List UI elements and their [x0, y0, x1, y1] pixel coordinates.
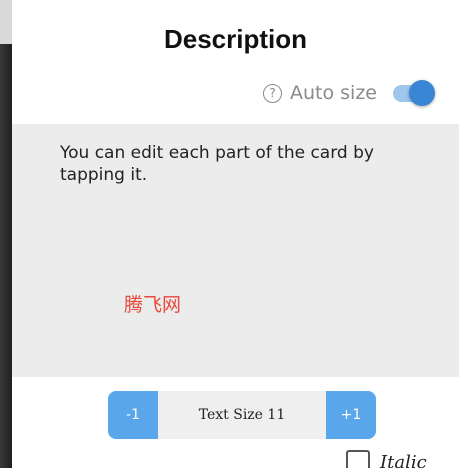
text-size-increment-button[interactable]: +1	[326, 391, 376, 439]
description-dialog: Description ? Auto size You can edit eac…	[12, 0, 459, 468]
dialog-title: Description	[163, 24, 308, 54]
help-icon[interactable]: ?	[263, 83, 282, 103]
text-size-value: Text Size 11	[158, 391, 326, 439]
italic-option: Italic	[346, 450, 427, 468]
card-preview[interactable]: You can edit each part of the card by ta…	[12, 124, 459, 377]
auto-size-label: Auto size	[290, 82, 377, 104]
toggle-thumb	[409, 80, 435, 106]
text-size-stepper: -1 Text Size 11 +1	[108, 391, 376, 439]
auto-size-toggle[interactable]	[393, 80, 435, 106]
card-description-text[interactable]: You can edit each part of the card by ta…	[60, 142, 420, 186]
italic-checkbox[interactable]	[346, 450, 370, 468]
text-size-decrement-button[interactable]: -1	[108, 391, 158, 439]
background-tab	[0, 0, 12, 44]
background-screen-edge	[0, 0, 12, 468]
italic-label: Italic	[380, 451, 427, 468]
auto-size-row: ? Auto size	[263, 80, 435, 106]
watermark-text: 腾飞网	[124, 294, 182, 316]
